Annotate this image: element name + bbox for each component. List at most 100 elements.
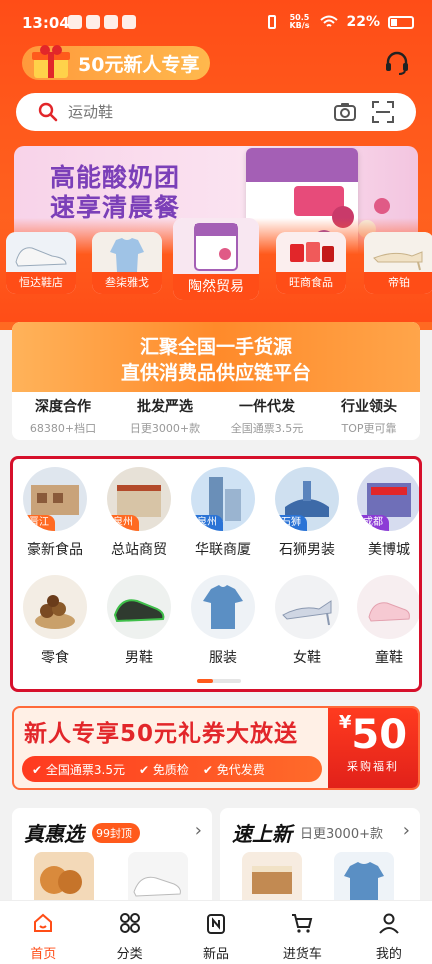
headset-icon[interactable] <box>384 50 410 76</box>
page-indicator <box>197 679 241 683</box>
status-bar: 13:04 50.5 KB/s 22% <box>0 0 432 46</box>
nav-home[interactable]: 首页 <box>0 901 86 964</box>
wifi-icon <box>320 15 339 27</box>
shop-image <box>92 232 162 274</box>
search-bar[interactable] <box>16 93 416 131</box>
market-name: 石狮男装 <box>279 542 335 558</box>
grid-icon <box>119 913 140 933</box>
category-item[interactable]: 服装 <box>183 575 263 667</box>
market-image: 成都 <box>357 467 419 531</box>
category-name: 童鞋 <box>375 650 403 666</box>
mens-shoe-image <box>107 575 171 639</box>
shop-label: 叁柒雅戈 <box>92 272 162 294</box>
promo-label: 50元新人专享 <box>78 53 200 76</box>
market-item[interactable]: 晋江 豪新食品 <box>15 467 95 559</box>
net-speed: 50.5 KB/s <box>289 13 310 30</box>
shop-label: 帝铂 <box>364 272 432 294</box>
deal-badge: 99封顶 <box>92 822 140 843</box>
camera-icon[interactable] <box>334 102 356 122</box>
search-input[interactable] <box>68 103 318 121</box>
search-icon <box>38 102 58 122</box>
nav-new[interactable]: 新品 <box>173 901 259 964</box>
nav-label: 进货车 <box>282 947 322 962</box>
bottom-navigation: 首页 分类 新品 进货车 我的 <box>0 900 432 964</box>
nav-cart[interactable]: 进货车 <box>259 901 345 964</box>
supply-headline2: 直供消费品供应链平台 <box>120 362 311 384</box>
deal-title: 速上新 <box>232 822 292 846</box>
womens-shoe-image <box>275 575 339 639</box>
supply-feature: 一件代发 全国通票3.5元 <box>230 399 304 435</box>
city-tag: 成都 <box>357 515 389 531</box>
nav-category[interactable]: 分类 <box>86 901 172 964</box>
shop-card-5[interactable]: 帝铂 <box>364 232 432 294</box>
market-item[interactable]: 泉州 华联商厦 <box>183 467 263 559</box>
notification-icons <box>68 15 136 29</box>
category-item[interactable]: 零食 <box>15 575 95 667</box>
coupon-banner[interactable]: 新人专享50元礼券大放送 ✔ 全国通票3.5元 ✔ 免质检 ✔ 免代发费 ¥50… <box>12 706 420 790</box>
market-item[interactable]: 泉州 总站商贸 <box>99 467 179 559</box>
supply-chain-card[interactable]: 汇聚全国一手货源 直供消费品供应链平台 深度合作 68380+档口 批发严选 日更3… <box>12 322 420 440</box>
market-name: 华联商厦 <box>195 542 251 558</box>
shop-label: 陶然贸易 <box>173 274 259 300</box>
category-name: 男鞋 <box>125 650 153 666</box>
deal-subtitle: 日更3000+款 <box>300 827 383 842</box>
scan-icon[interactable] <box>372 101 394 123</box>
battery-icon <box>388 15 414 29</box>
city-tag: 泉州 <box>191 515 223 531</box>
shirt-icon <box>110 238 144 272</box>
coupon-benefits: ✔ 全国通票3.5元 ✔ 免质检 ✔ 免代发费 <box>22 756 322 782</box>
shop-image <box>6 232 76 274</box>
deal-card-left[interactable]: 真惠选 99封顶 › <box>12 808 212 908</box>
shop-card-2[interactable]: 叁柒雅戈 <box>92 232 162 294</box>
market-item[interactable]: 成都 美博城 <box>349 467 419 559</box>
market-image: 晋江 <box>23 467 87 531</box>
market-name: 美博城 <box>368 542 410 558</box>
coupon-amount-panel[interactable]: ¥50 采购福利 <box>328 708 418 788</box>
category-name: 女鞋 <box>293 650 321 666</box>
new-user-promo-button[interactable]: 50元新人专享 <box>22 45 210 80</box>
chevron-right-icon: › <box>194 820 202 841</box>
shop-image <box>173 218 259 274</box>
supply-feature: 行业领头 TOP更可靠 <box>341 399 397 435</box>
benefit-item: ✔ 全国通票3.5元 <box>32 762 125 777</box>
kids-shoe-image <box>357 575 419 639</box>
city-tag: 晋江 <box>23 515 55 531</box>
category-grid: 晋江 豪新食品 泉州 总站商贸 泉州 华联商厦 石狮 石狮男装 成都 美博城 零… <box>10 456 422 692</box>
shop-image <box>276 232 346 274</box>
category-name: 服装 <box>209 650 237 666</box>
category-item[interactable]: 童鞋 <box>349 575 419 667</box>
shop-label: 恒达鞋店 <box>6 272 76 294</box>
home-icon <box>34 913 53 932</box>
nav-label: 我的 <box>375 947 402 962</box>
category-item[interactable]: 女鞋 <box>267 575 347 667</box>
deal-card-right[interactable]: 速上新 日更3000+款 › <box>220 808 420 908</box>
market-name: 豪新食品 <box>27 542 83 558</box>
nav-profile[interactable]: 我的 <box>346 901 432 964</box>
gift-icon <box>32 45 70 78</box>
supply-hero: 汇聚全国一手货源 直供消费品供应链平台 <box>12 322 420 392</box>
clothing-image <box>191 575 255 639</box>
coupon-subtitle: 采购福利 <box>347 760 399 773</box>
coupon-title: 新人专享50元礼券大放送 <box>24 721 299 747</box>
nav-label: 新品 <box>203 947 230 962</box>
market-item[interactable]: 石狮 石狮男装 <box>267 467 347 559</box>
category-item[interactable]: 男鞋 <box>99 575 179 667</box>
market-name: 总站商贸 <box>111 542 167 558</box>
shop-card-4[interactable]: 旺商食品 <box>276 232 346 294</box>
new-icon <box>207 914 226 934</box>
market-image: 石狮 <box>275 467 339 531</box>
benefit-item: ✔ 免代发费 <box>202 762 265 777</box>
cart-icon <box>292 914 313 933</box>
benefit-item: ✔ 免质检 <box>138 762 189 777</box>
nav-label: 分类 <box>116 947 143 962</box>
supply-feature: 批发严选 日更3000+款 <box>129 399 201 435</box>
chevron-right-icon: › <box>402 820 410 841</box>
battery-level: 22% <box>346 14 380 30</box>
category-name: 零食 <box>41 650 69 666</box>
market-image: 泉州 <box>191 467 255 531</box>
shop-card-3[interactable]: 陶然贸易 <box>173 218 259 300</box>
shop-card-1[interactable]: 恒达鞋店 <box>6 232 76 294</box>
package-icon <box>194 223 238 271</box>
snack-image <box>23 575 87 639</box>
city-tag: 石狮 <box>275 515 307 531</box>
